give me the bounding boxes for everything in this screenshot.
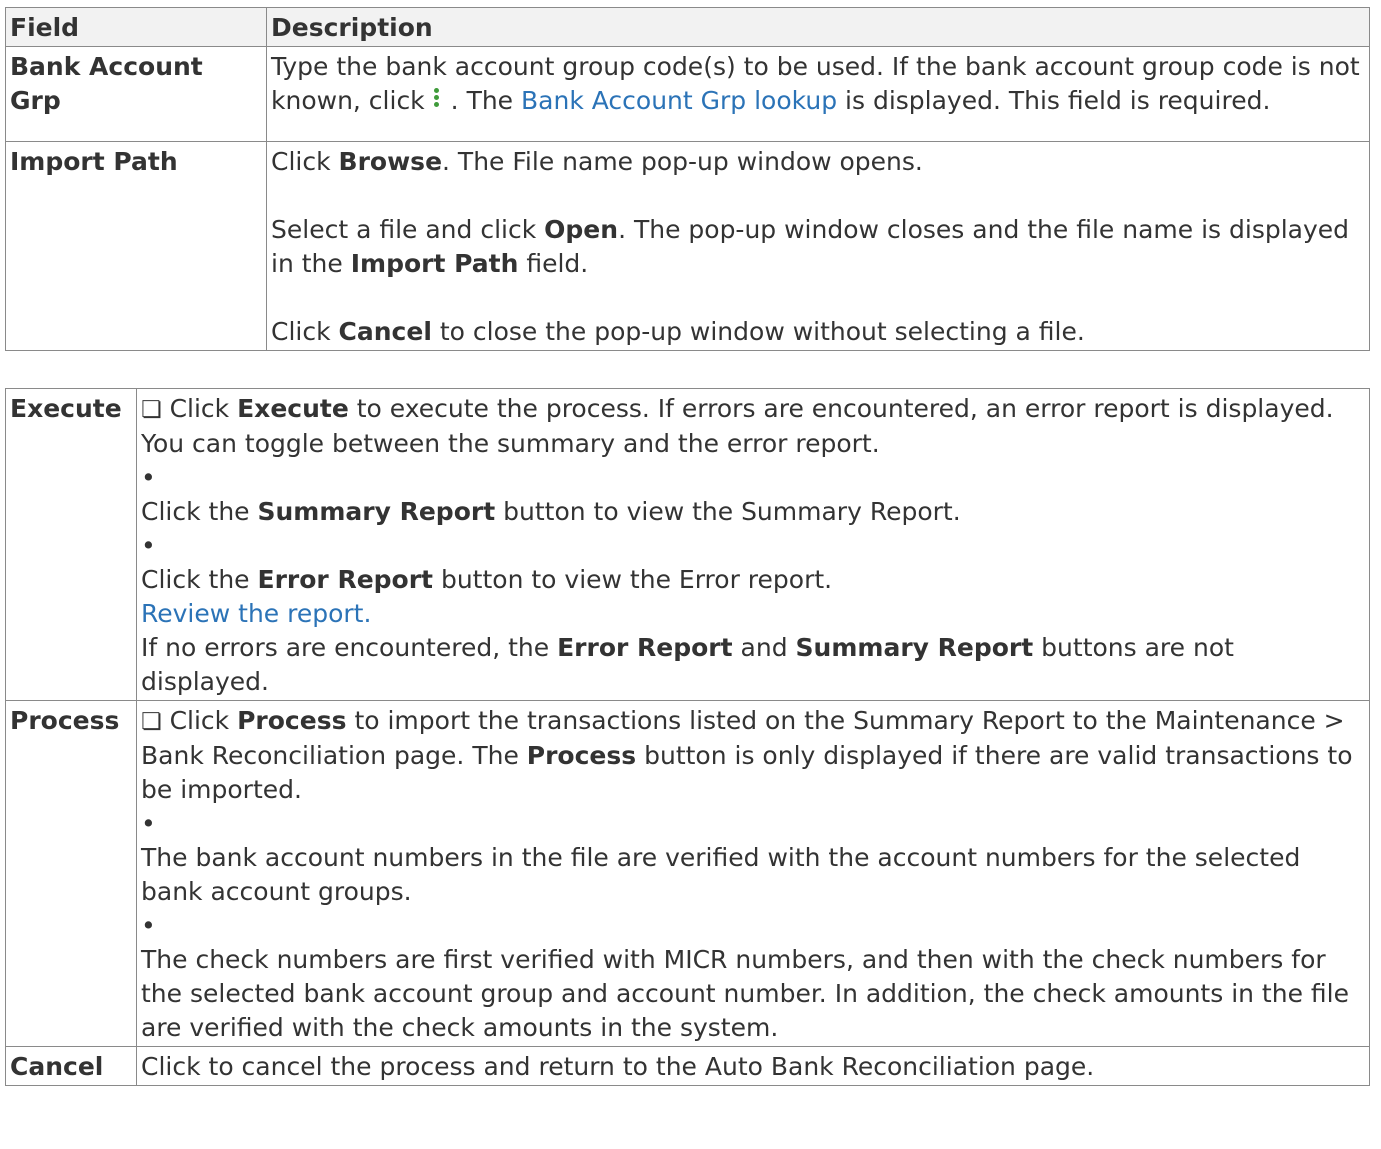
bullet-icon: • (141, 809, 156, 838)
desc-text: . The (450, 86, 514, 115)
field-description: Click Browse. The File name pop-up windo… (266, 141, 1370, 351)
field-description-table: Field Description Bank Account Grp Type … (5, 7, 1370, 351)
line: Click the Error Report button to view th… (141, 565, 833, 594)
checkbox-icon: ❏ (141, 709, 162, 735)
button-description: ❏ Click Process to import the transactio… (136, 700, 1370, 1047)
bullet-icon: • (141, 531, 156, 560)
line: If no errors are encountered, the Error … (141, 633, 1234, 696)
field-name: Bank Account Grp (5, 46, 267, 142)
line: You can toggle between the summary and t… (141, 429, 880, 458)
header-field: Field (5, 7, 267, 47)
paragraph: Click Cancel to close the pop-up window … (271, 317, 1085, 346)
bullet-icon: • (141, 463, 156, 492)
paragraph: Select a file and click Open. The pop-up… (271, 215, 1350, 278)
bullet-icon: • (141, 911, 156, 940)
button-description: ❏ Click Execute to execute the process. … (136, 388, 1370, 701)
line: Click the Summary Report button to view … (141, 497, 961, 526)
line: ❏ Click Process to import the transactio… (141, 706, 1353, 804)
button-name: Cancel (5, 1046, 137, 1086)
button-name: Execute (5, 388, 137, 701)
button-description-table: Execute ❏ Click Execute to execute the p… (5, 388, 1370, 1086)
line: ❏ Click Execute to execute the process. … (141, 394, 1334, 423)
line: The check numbers are first verified wit… (141, 945, 1349, 1042)
desc-text: is displayed. This field is required. (845, 86, 1271, 115)
bank-account-grp-lookup-link[interactable]: Bank Account Grp lookup (521, 86, 837, 115)
table-row: Bank Account Grp Type the bank account g… (5, 46, 1370, 142)
header-description: Description (266, 7, 1370, 47)
line: The bank account numbers in the file are… (141, 843, 1301, 906)
review-report-link[interactable]: Review the report. (141, 599, 371, 628)
table-header-row: Field Description (5, 7, 1370, 47)
table-row: Import Path Click Browse. The File name … (5, 141, 1370, 351)
paragraph: Click Browse. The File name pop-up windo… (271, 147, 923, 176)
field-description: Type the bank account group code(s) to b… (266, 46, 1370, 142)
button-description: Click to cancel the process and return t… (136, 1046, 1370, 1086)
button-name: Process (5, 700, 137, 1047)
table-row: Cancel Click to cancel the process and r… (5, 1046, 1370, 1086)
kebab-menu-icon (433, 88, 441, 112)
field-name: Import Path (5, 141, 267, 351)
checkbox-icon: ❏ (141, 397, 162, 423)
table-row: Process ❏ Click Process to import the tr… (5, 700, 1370, 1047)
table-row: Execute ❏ Click Execute to execute the p… (5, 388, 1370, 701)
